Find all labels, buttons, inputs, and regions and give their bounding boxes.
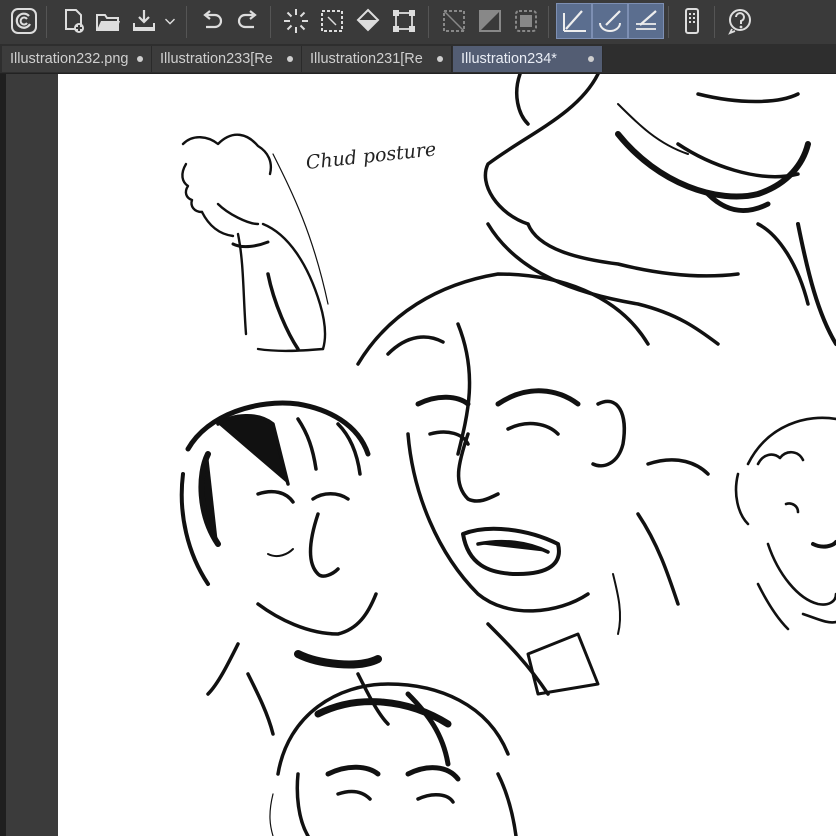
companion-mode-icon[interactable] xyxy=(674,3,710,39)
transform-icon[interactable] xyxy=(386,3,422,39)
tab-label: Illustration231[Re xyxy=(310,51,423,67)
new-file-icon[interactable] xyxy=(56,3,92,39)
loading-spinner-icon[interactable] xyxy=(278,3,314,39)
sketch-shouting-face xyxy=(356,272,710,696)
chevron-down-icon[interactable] xyxy=(158,3,182,39)
invert-selection-icon[interactable] xyxy=(472,3,508,39)
tab-label: Illustration232.png xyxy=(10,51,129,67)
close-tab-icon[interactable] xyxy=(287,56,293,62)
snap-to-ruler-icon[interactable] xyxy=(556,3,592,39)
main-toolbar xyxy=(0,0,836,45)
close-tab-icon[interactable] xyxy=(137,56,143,62)
undo-icon[interactable] xyxy=(194,3,230,39)
redo-icon[interactable] xyxy=(230,3,266,39)
save-download-icon[interactable] xyxy=(126,3,162,39)
document-tab-bar: Illustration232.png Illustration233[Re I… xyxy=(0,44,836,74)
show-selection-icon[interactable] xyxy=(508,3,544,39)
snap-to-special-ruler-icon[interactable] xyxy=(592,3,628,39)
snap-to-grid-icon[interactable] xyxy=(628,3,664,39)
drawing-canvas[interactable]: Chud posture xyxy=(58,74,836,836)
tab-illustration233[interactable]: Illustration233[Re xyxy=(152,46,302,72)
fill-bucket-icon[interactable] xyxy=(350,3,386,39)
clear-selection-icon[interactable] xyxy=(436,3,472,39)
tab-label: Illustration234* xyxy=(461,51,557,67)
sketch-bottom-face xyxy=(269,682,518,836)
close-tab-icon[interactable] xyxy=(588,56,594,62)
sketch-dark-hair-face xyxy=(179,400,390,736)
sketch-curly-hair-face xyxy=(734,416,836,631)
tab-illustration234[interactable]: Illustration234* xyxy=(453,46,603,72)
sketch-artwork xyxy=(179,74,836,836)
clip-studio-logo-icon[interactable] xyxy=(6,3,42,39)
tab-label: Illustration233[Re xyxy=(160,51,273,67)
open-folder-icon[interactable] xyxy=(90,3,126,39)
tab-illustration232[interactable]: Illustration232.png xyxy=(2,46,152,72)
sketch-bearded-face xyxy=(483,74,836,346)
help-icon[interactable] xyxy=(722,3,758,39)
select-all-icon[interactable] xyxy=(314,3,350,39)
close-tab-icon[interactable] xyxy=(437,56,443,62)
tab-illustration231[interactable]: Illustration231[Re xyxy=(302,46,452,72)
